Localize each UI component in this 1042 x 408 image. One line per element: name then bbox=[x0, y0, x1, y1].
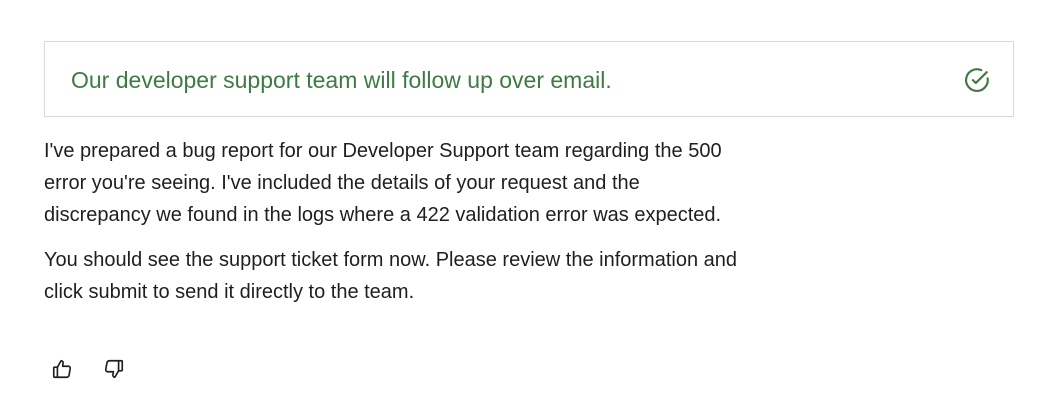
assistant-message: I've prepared a bug report for our Devel… bbox=[44, 135, 744, 308]
thumbs-down-button[interactable] bbox=[96, 353, 132, 385]
thumbs-down-icon bbox=[104, 359, 124, 379]
message-paragraph: You should see the support ticket form n… bbox=[44, 249, 737, 303]
thumbs-up-button[interactable] bbox=[44, 353, 80, 385]
thumbs-up-icon bbox=[52, 359, 72, 379]
check-circle-icon bbox=[965, 68, 989, 92]
feedback-actions bbox=[44, 353, 132, 385]
message-paragraph: I've prepared a bug report for our Devel… bbox=[44, 140, 722, 226]
confirmation-banner: Our developer support team will follow u… bbox=[44, 41, 1014, 117]
confirmation-message: Our developer support team will follow u… bbox=[71, 67, 612, 93]
